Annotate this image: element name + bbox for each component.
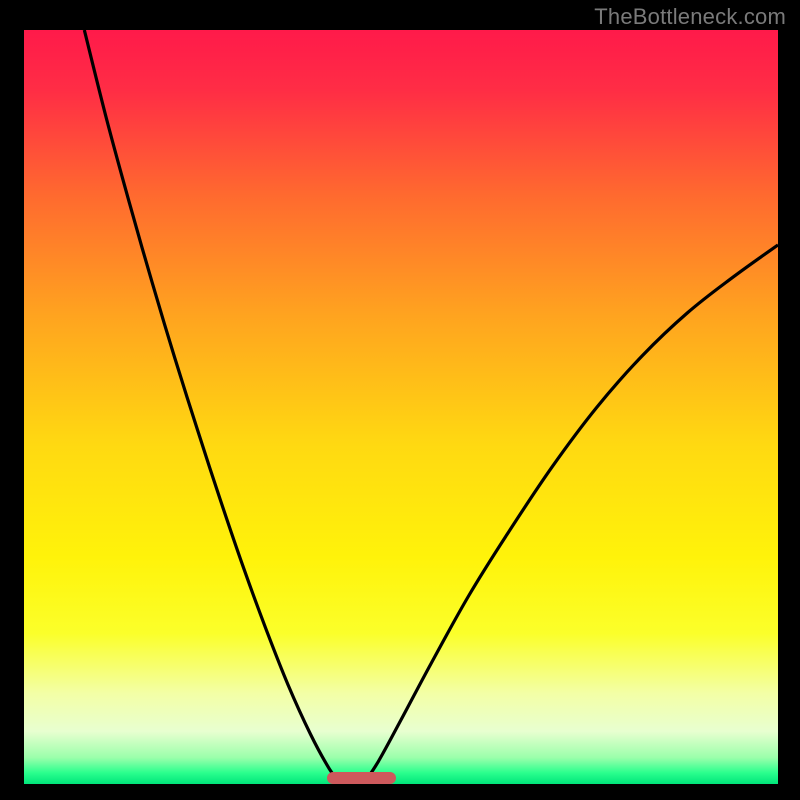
- watermark-text: TheBottleneck.com: [594, 4, 786, 30]
- optimum-marker: [327, 772, 396, 784]
- gradient-background: [24, 30, 778, 784]
- chart-frame: TheBottleneck.com: [0, 0, 800, 800]
- plot-svg: [24, 30, 778, 784]
- plot-area: [24, 30, 778, 784]
